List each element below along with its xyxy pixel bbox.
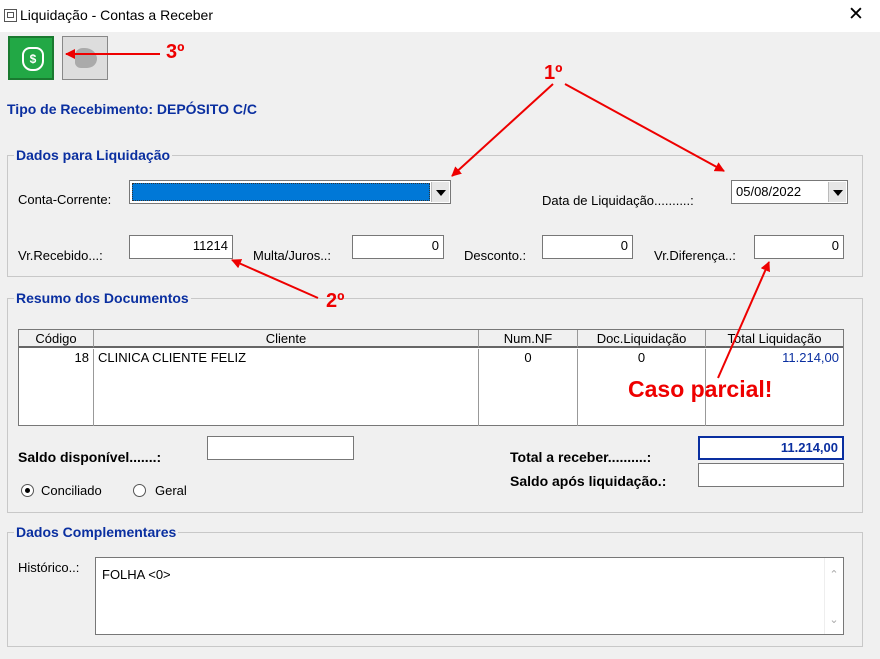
arrow-2-to-vr-recebido xyxy=(231,259,319,299)
arrow-1-to-conta xyxy=(451,83,554,177)
annotation-1: 1º xyxy=(544,62,563,84)
annotation-3: 3º xyxy=(166,41,185,63)
arrow-parcial-to-diferenca xyxy=(717,261,770,379)
annotation-2: 2º xyxy=(326,290,345,312)
annotation-caso-parcial: Caso parcial! xyxy=(628,376,773,402)
arrow-1-to-data xyxy=(564,83,725,172)
annotation-arrows xyxy=(65,49,770,379)
